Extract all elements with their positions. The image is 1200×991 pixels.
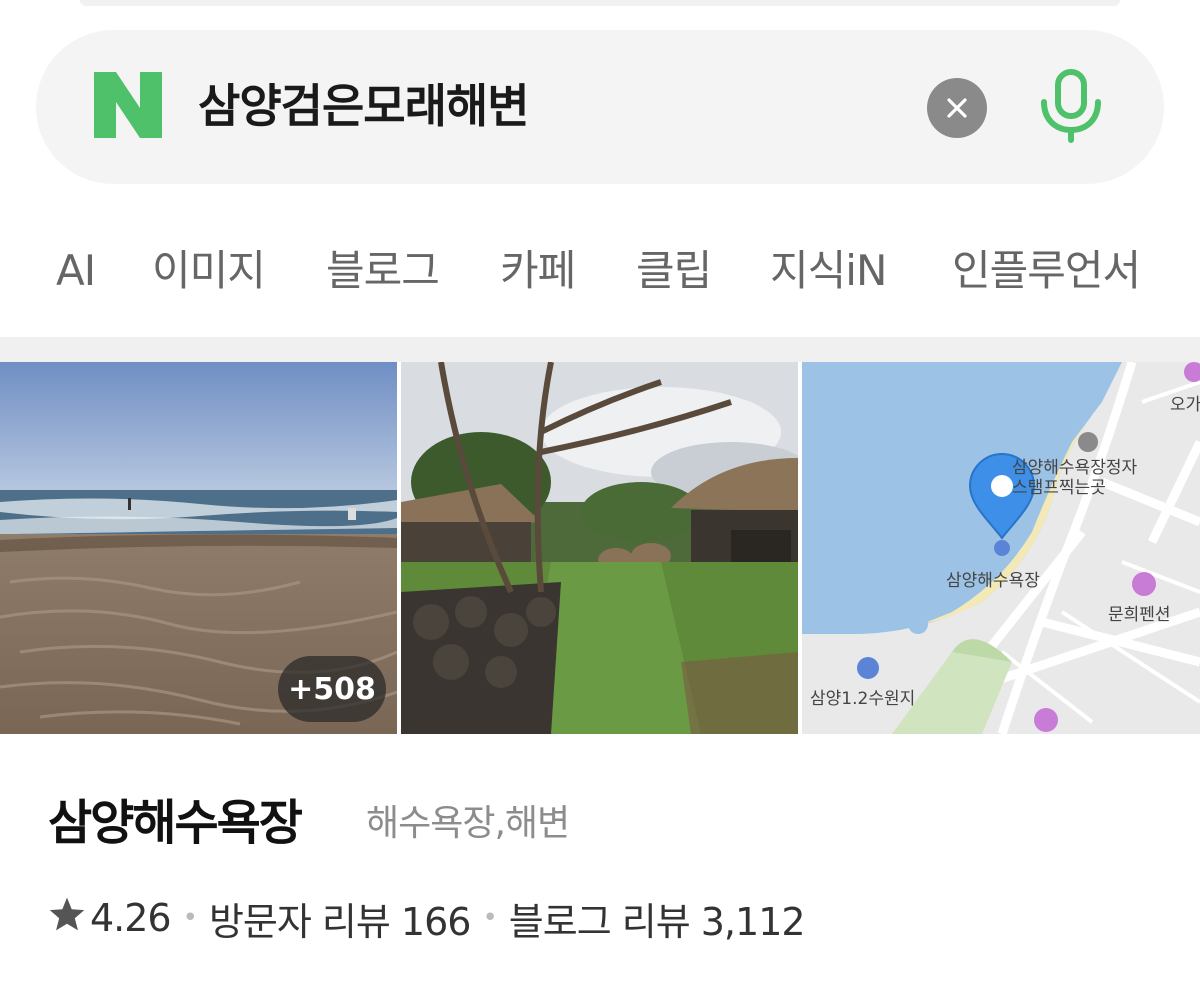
tab-images[interactable]: 이미지 (152, 236, 266, 306)
photo-count-badge[interactable]: +508 (278, 656, 386, 722)
tab-blog[interactable]: 블로그 (326, 236, 440, 306)
separator-dot: • (182, 903, 198, 933)
rating-value: 4.26 (90, 896, 172, 940)
search-results-page: 삼양검은모래해변 AI 이미지 블로그 카페 클립 지식iN 인플루언서 +50… (0, 0, 1200, 991)
tab-clip[interactable]: 클립 (636, 236, 712, 306)
beach-photo[interactable]: +508 (0, 362, 397, 734)
map-label-beach: 삼양해수욕장 (946, 571, 1040, 591)
blog-reviews-link[interactable]: 블로그 리뷰 3,112 (509, 891, 806, 946)
village-photo[interactable] (401, 362, 798, 734)
tab-ai[interactable]: AI (56, 236, 96, 306)
location-map[interactable]: 삼양해수욕장정자 스탬프찍는곳 삼양해수욕장 문희펜션 삼양1.2수원지 오가 (802, 362, 1200, 734)
clear-icon[interactable] (927, 78, 987, 138)
map-label-top-right: 오가 (1170, 395, 1200, 415)
image-gallery: +508 삼양해수욕장정자 스탬프찍는곳 삼양해수욕장 문희펜션 삼양1.2수원… (0, 362, 1200, 734)
tab-cafe[interactable]: 카페 (500, 236, 576, 306)
map-label-stamp-spot: 삼양해수욕장정자 스탬프찍는곳 (1012, 458, 1138, 498)
naver-logo-icon[interactable] (94, 72, 162, 138)
place-meta: 4.26 • 방문자 리뷰 166 • 블로그 리뷰 3,112 (48, 890, 806, 946)
section-divider (0, 337, 1200, 362)
microphone-icon[interactable] (1036, 68, 1106, 144)
category-tabs: AI 이미지 블로그 카페 클립 지식iN 인플루언서 (0, 236, 1200, 306)
tab-influencer[interactable]: 인플루언서 (952, 236, 1141, 306)
place-title[interactable]: 삼양해수욕장 (48, 788, 303, 858)
star-icon (48, 896, 86, 941)
tab-knowledge-in[interactable]: 지식iN (770, 236, 887, 306)
separator-dot: • (482, 903, 497, 933)
top-strip (80, 0, 1120, 6)
map-label-reservoir: 삼양1.2수원지 (810, 689, 916, 709)
place-category: 해수욕장,해변 (366, 803, 570, 844)
visitor-reviews-link[interactable]: 방문자 리뷰 166 (209, 891, 471, 946)
search-input[interactable]: 삼양검은모래해변 (198, 74, 530, 138)
map-label-pension: 문희펜션 (1108, 605, 1171, 625)
